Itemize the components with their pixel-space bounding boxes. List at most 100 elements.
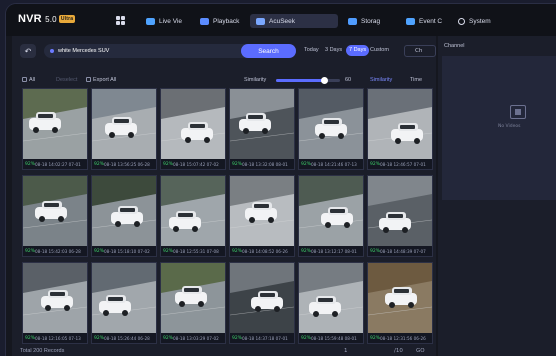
playback-icon: [200, 17, 209, 25]
result-thumbnail[interactable]: 92% 08-18 13:03:29 07-02: [160, 262, 226, 344]
tab-live-view[interactable]: Live Vie: [146, 14, 186, 28]
vehicle-image: [230, 89, 294, 159]
vehicle-image: [368, 263, 432, 333]
edition-badge: Ultra: [58, 15, 76, 23]
select-all-checkbox[interactable]: All: [22, 77, 35, 83]
result-thumbnail[interactable]: 92% 08-18 15:26:44 06-28: [91, 262, 157, 344]
similarity-score: 92%: [301, 248, 312, 254]
vehicle-image: [92, 176, 156, 246]
vehicle-image: [92, 89, 156, 159]
thumbnail-caption: 92% 08-18 12:31:56 06-26: [368, 333, 432, 343]
capture-time: 08-18 15:42:03 06-28: [35, 248, 81, 254]
similarity-score: 92%: [301, 161, 312, 167]
search-button[interactable]: Search: [241, 44, 296, 58]
thumbnail-caption: 92% 08-18 15:07:42 07-02: [161, 159, 225, 169]
result-thumbnail[interactable]: 92% 08-18 15:42:03 06-28: [22, 175, 88, 257]
range-3-days[interactable]: 3 Days: [325, 47, 342, 53]
similarity-score: 92%: [370, 161, 381, 167]
similarity-score: 92%: [163, 248, 174, 254]
tab-playback[interactable]: Playback: [200, 14, 244, 28]
result-thumbnail[interactable]: 92% 08-18 15:07:42 07-02: [160, 88, 226, 170]
similarity-score: 92%: [301, 335, 312, 341]
thumbnail-caption: 92% 08-18 12:55:31 07-08: [161, 246, 225, 256]
similarity-score: 92%: [232, 248, 243, 254]
thumbnail-caption: 92% 08-18 12:46:57 07-01: [368, 159, 432, 169]
similarity-score: 92%: [94, 248, 105, 254]
similarity-score: 92%: [163, 161, 174, 167]
thumbnail-caption: 92% 08-18 14:02:27 07-01: [23, 159, 87, 169]
tab-event-center[interactable]: Event C: [406, 14, 444, 28]
capture-time: 08-18 14:21:46 07-13: [311, 161, 357, 167]
capture-time: 08-18 14:37:18 07-01: [242, 335, 288, 341]
similarity-score: 92%: [25, 335, 36, 341]
result-thumbnail[interactable]: 92% 08-18 14:37:18 07-01: [229, 262, 295, 344]
live-view-icon: [146, 17, 155, 25]
search-input[interactable]: [58, 46, 228, 56]
result-thumbnail[interactable]: 92% 08-18 14:48:39 07-07: [367, 175, 433, 257]
capture-time: 08-18 13:12:17 08-01: [311, 248, 357, 254]
result-thumbnail[interactable]: 92% 08-18 14:21:46 07-13: [298, 88, 364, 170]
vehicle-image: [23, 176, 87, 246]
thumbnail-caption: 92% 08-18 15:59:48 08-01: [299, 333, 363, 343]
result-thumbnail[interactable]: 92% 08-18 13:32:08 08-01: [229, 88, 295, 170]
result-thumbnail[interactable]: 92% 08-18 12:46:57 07-01: [367, 88, 433, 170]
range-custom[interactable]: Custom: [370, 47, 389, 53]
tab-system[interactable]: System: [458, 14, 498, 28]
similarity-score: 92%: [25, 161, 36, 167]
range-today[interactable]: Today: [304, 47, 319, 53]
page-current[interactable]: 1: [344, 348, 348, 354]
channel-panel: Channel No Videos: [438, 36, 556, 356]
result-thumbnail[interactable]: 92% 08-18 13:12:17 08-01: [298, 175, 364, 257]
vehicle-image: [299, 263, 363, 333]
vehicle-image: [299, 89, 363, 159]
similarity-slider-knob[interactable]: [321, 77, 328, 84]
thumbnail-caption: 92% 08-18 12:16:05 07-13: [23, 333, 87, 343]
vehicle-image: [23, 263, 87, 333]
app-logo: NVR 5.0 Ultra: [18, 13, 76, 25]
sort-by-time[interactable]: Time: [410, 77, 422, 83]
result-thumbnail[interactable]: 92% 08-18 12:55:31 07-08: [160, 175, 226, 257]
result-thumbnail[interactable]: 92% 08-18 14:08:52 06-26: [229, 175, 295, 257]
channel-select[interactable]: Ch: [404, 45, 436, 57]
vehicle-image: [161, 89, 225, 159]
back-button[interactable]: ↶: [20, 44, 36, 58]
checkbox-icon: [22, 77, 27, 82]
tab-storage[interactable]: Storag: [348, 14, 388, 28]
vehicle-image: [230, 176, 294, 246]
similarity-score: 92%: [232, 335, 243, 341]
go-button[interactable]: GO: [416, 348, 425, 354]
thumbnail-caption: 92% 08-18 13:56:25 06-28: [92, 159, 156, 169]
result-thumbnail[interactable]: 92% 08-18 13:56:25 06-28: [91, 88, 157, 170]
vehicle-image: [299, 176, 363, 246]
similarity-score: 92%: [163, 335, 174, 341]
similarity-slider[interactable]: [276, 77, 340, 84]
thumbnail-caption: 92% 08-18 15:18:10 07-02: [92, 246, 156, 256]
result-thumbnail[interactable]: 92% 08-18 12:16:05 07-13: [22, 262, 88, 344]
deselect-button[interactable]: Deselect: [56, 77, 77, 83]
no-videos-label: No Videos: [498, 124, 521, 129]
result-thumbnail[interactable]: 92% 08-18 15:18:10 07-02: [91, 175, 157, 257]
tab-acuseek[interactable]: AcuSeek: [250, 14, 338, 28]
export-all-checkbox[interactable]: Export All: [86, 77, 116, 83]
similarity-slider-fill: [276, 79, 324, 82]
capture-time: 08-18 13:03:29 07-02: [173, 335, 219, 341]
grid-icon[interactable]: [116, 16, 126, 26]
capture-time: 08-18 12:55:31 07-08: [173, 248, 219, 254]
back-arrow-icon: ↶: [24, 46, 32, 56]
thumbnail-caption: 92% 08-18 14:21:46 07-13: [299, 159, 363, 169]
result-thumbnail[interactable]: 92% 08-18 12:31:56 06-26: [367, 262, 433, 344]
thumbnail-caption: 92% 08-18 14:08:52 06-26: [230, 246, 294, 256]
thumbnail-caption: 92% 08-18 15:42:03 06-28: [23, 246, 87, 256]
search-icon: [50, 49, 54, 53]
range-7-days[interactable]: 7 Days: [346, 45, 370, 56]
capture-time: 08-18 12:16:05 07-13: [35, 335, 81, 341]
result-thumbnail[interactable]: 92% 08-18 14:02:27 07-01: [22, 88, 88, 170]
sort-by-similarity[interactable]: Similarity: [370, 77, 392, 83]
capture-time: 08-18 12:46:57 07-01: [380, 161, 426, 167]
app-version: 5.0: [45, 15, 57, 24]
capture-time: 08-18 15:26:44 06-28: [104, 335, 150, 341]
result-thumbnail[interactable]: 92% 08-18 15:59:48 08-01: [298, 262, 364, 344]
similarity-score: 92%: [232, 161, 243, 167]
thumbnail-caption: 92% 08-18 14:48:39 07-07: [368, 246, 432, 256]
top-nav-bar: NVR 5.0 Ultra Live Vie Playback AcuSeek S…: [6, 4, 556, 36]
